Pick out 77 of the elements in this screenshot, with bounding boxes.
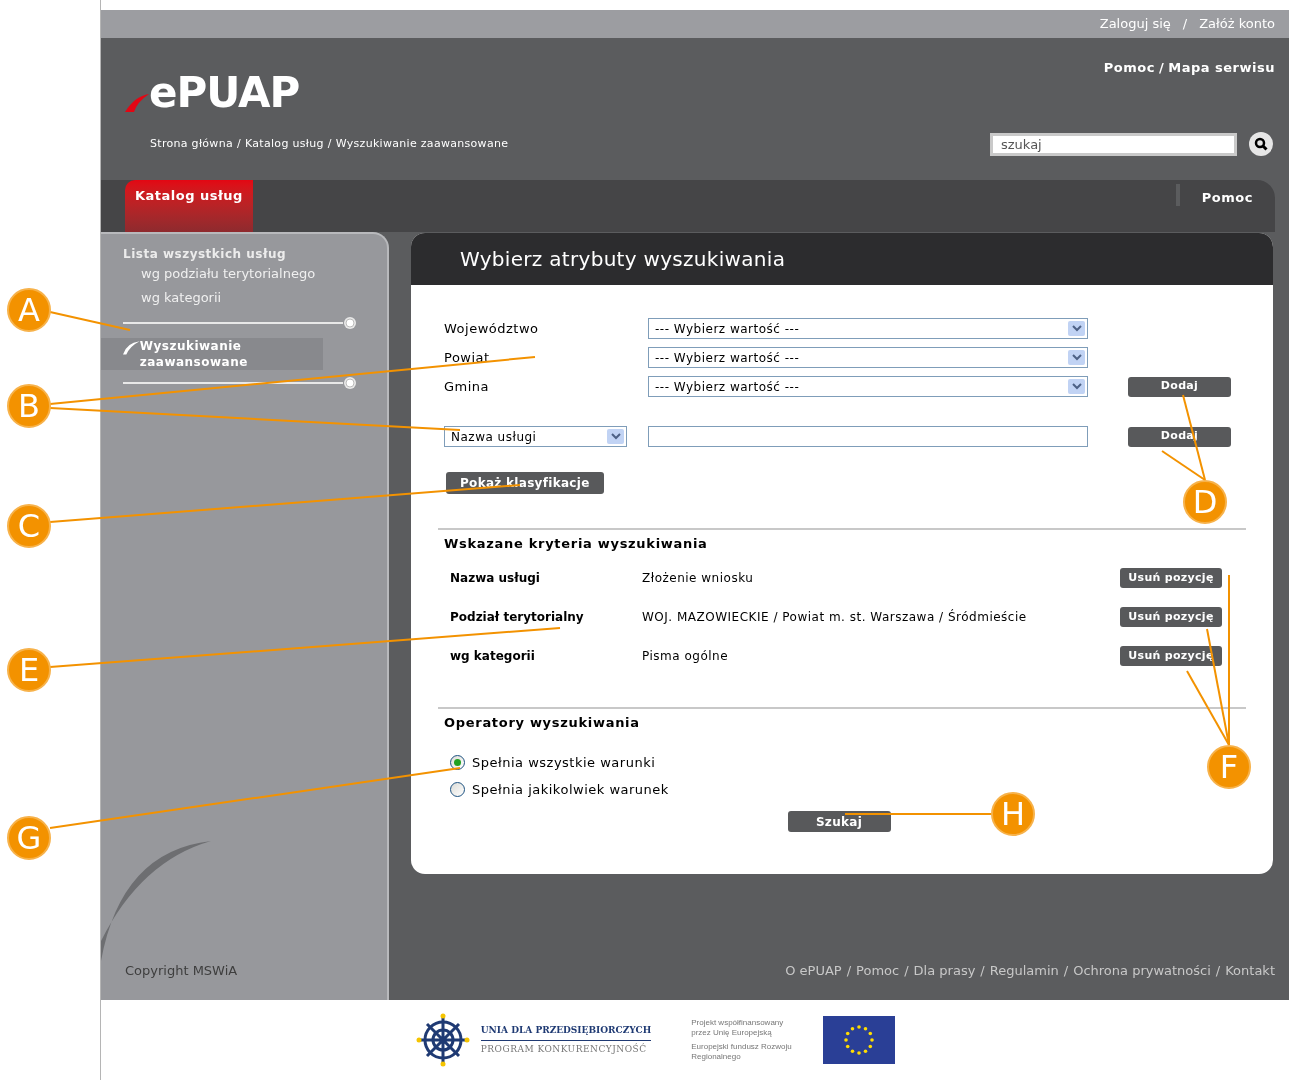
callout-badge: F: [1207, 745, 1251, 789]
criterion-value: WOJ. MAZOWIECKIE / Powiat m. st. Warszawa / Śródmieście: [642, 608, 1028, 626]
dropdown-value: --- Wybierz wartość ---: [655, 378, 800, 396]
location-dropdown[interactable]: --- Wybierz wartość ---: [648, 376, 1088, 397]
field-label: Powiat: [444, 348, 491, 367]
separator: /: [1215, 961, 1221, 980]
chevron-down-icon: [1071, 354, 1082, 361]
field-label: Województwo: [444, 319, 540, 338]
criterion-name: Podział terytorialny: [449, 609, 585, 626]
separator: /: [236, 135, 241, 152]
header-link[interactable]: Pomoc: [1103, 58, 1155, 78]
search-button[interactable]: [1249, 132, 1273, 156]
footer-link[interactable]: Regulamin: [989, 960, 1059, 980]
chevron-down-icon: [610, 433, 621, 440]
location-dropdown[interactable]: --- Wybierz wartość ---: [648, 318, 1088, 339]
separator: /: [1063, 961, 1069, 980]
footer-link[interactable]: O ePUAP: [785, 960, 842, 980]
search-field[interactable]: szukaj: [990, 132, 1237, 156]
ship-wheel-logo-icon: [414, 1012, 471, 1068]
program-title: UNIA DLA PRZEDSIĘBIORCZYCH: [480, 1024, 652, 1041]
criterion-type-dropdown[interactable]: Nazwa usługi: [444, 426, 627, 447]
separator: /: [1159, 59, 1165, 77]
dropdown-value: --- Wybierz wartość ---: [655, 349, 800, 367]
separator: /: [1181, 15, 1189, 34]
cofinancing-text: Projekt współfinansowany przez Unię Europejską: [691, 1018, 785, 1038]
breadcrumb-link[interactable]: Wyszukiwanie zaawansowane: [335, 135, 509, 153]
search-submit-button[interactable]: Szukaj: [787, 811, 891, 832]
criterion-value: Pisma ogólne: [642, 648, 730, 665]
search-icon: [1254, 137, 1268, 151]
nav-tab[interactable]: Katalog usług: [125, 180, 253, 232]
dropdown-value: --- Wybierz wartość ---: [655, 320, 800, 338]
show-classifications-button[interactable]: Pokaż klasyfikacje: [446, 472, 604, 494]
sidebar-item[interactable]: Wyszukiwanie zaawansowane: [101, 338, 323, 370]
callout-badge: A: [7, 288, 51, 332]
separator: /: [846, 961, 852, 980]
callout-badge: D: [1183, 480, 1227, 524]
footer-link[interactable]: Dla prasy: [913, 960, 976, 980]
chevron-down-icon: [1071, 383, 1082, 390]
separator: /: [980, 961, 985, 980]
panel-title: Wybierz atrybuty wyszukiwania: [460, 246, 786, 273]
header-link[interactable]: Mapa serwisu: [1168, 58, 1275, 78]
dropdown-value: Nazwa usługi: [451, 428, 537, 446]
radio-option[interactable]: Spełnia jakikolwiek warunek: [444, 776, 669, 803]
location-dropdown[interactable]: --- Wybierz wartość ---: [648, 347, 1088, 368]
footer-link[interactable]: Ochrona prywatności: [1073, 960, 1211, 980]
separator: /: [327, 135, 332, 152]
callout-badge: E: [7, 648, 51, 692]
breadcrumb-link[interactable]: Strona główna: [150, 135, 233, 153]
service-name-field[interactable]: [648, 426, 1088, 447]
section-title: Operatory wyszukiwania: [444, 713, 641, 732]
callout-badge: G: [7, 816, 51, 860]
field-label: Gmina: [444, 377, 491, 396]
callout-badge: C: [7, 504, 51, 548]
section-title: Wskazane kryteria wyszukiwania: [444, 535, 709, 553]
footer-link[interactable]: Kontakt: [1225, 960, 1275, 980]
footer-link[interactable]: Pomoc: [856, 960, 900, 980]
breadcrumb-link[interactable]: Katalog usług: [245, 135, 324, 153]
criterion-value: Złożenie wniosku: [642, 570, 755, 587]
callout-badge: H: [991, 792, 1035, 836]
copyright-text: Copyright MSWiA: [124, 961, 239, 980]
remove-button[interactable]: Usuń pozycję: [1120, 607, 1222, 627]
remove-button[interactable]: Usuń pozycję: [1120, 568, 1222, 588]
nav-tab[interactable]: Pomoc: [1175, 184, 1275, 206]
swoosh-icon: [125, 92, 149, 114]
selection-swoosh-icon: [123, 338, 140, 356]
site-logo[interactable]: ePUAP: [149, 72, 300, 114]
eu-flag-icon: [823, 1016, 896, 1064]
add-button[interactable]: Dodaj: [1128, 376, 1231, 397]
criterion-name: Nazwa usługi: [449, 570, 541, 587]
chevron-down-icon: [1071, 325, 1082, 332]
fund-text: Europejski fundusz Rozwoju Regionalnego: [691, 1042, 793, 1062]
radio-button[interactable]: [450, 782, 465, 797]
radio-option[interactable]: Spełnia wszystkie warunki: [444, 749, 656, 776]
criterion-name: wg kategorii: [449, 648, 536, 665]
program-subtitle: PROGRAM KONKURENCYJNOŚĆ: [480, 1042, 648, 1056]
callout-badge: B: [7, 384, 51, 428]
separator: /: [904, 961, 909, 980]
